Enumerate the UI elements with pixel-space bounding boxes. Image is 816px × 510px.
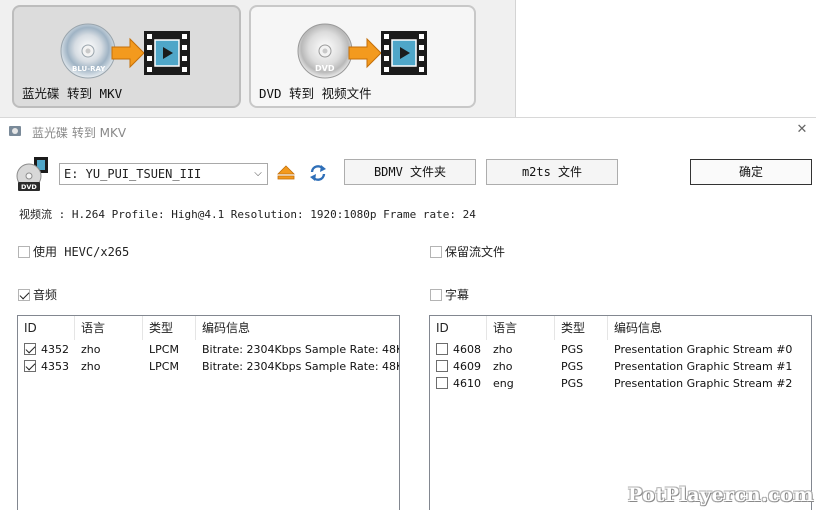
eject-icon[interactable] <box>276 163 296 183</box>
app-icon <box>9 126 21 136</box>
conversion-mode-strip: BLU-RAY 蓝光碟 转到 MKV DVD DVD 转到 视频文件 <box>0 0 816 117</box>
table-row[interactable]: 4609 zho PGS Presentation Graphic Stream… <box>430 358 811 375</box>
cell-type: PGS <box>561 377 584 390</box>
cell-id: 4352 <box>41 343 69 356</box>
column-header-type[interactable]: 类型 <box>143 316 196 340</box>
subtitle-option[interactable]: 字幕 <box>430 286 469 303</box>
svg-text:BLU-RAY: BLU-RAY <box>72 65 106 73</box>
dialog-titlebar: 蓝光碟 转到 MKV ✕ <box>0 118 816 144</box>
cell-type: LPCM <box>149 343 179 356</box>
watermark: PotPlayercn.com <box>628 484 815 506</box>
column-header-id[interactable]: ID <box>430 316 487 340</box>
tile-bluray-to-mkv[interactable]: BLU-RAY 蓝光碟 转到 MKV <box>12 5 241 108</box>
bluray-to-mkv-icon: BLU-RAY <box>60 23 190 79</box>
cell-id: 4608 <box>453 343 481 356</box>
subtitle-list-header: ID 语言 类型 编码信息 <box>430 316 811 340</box>
cell-codec-info: Presentation Graphic Stream #0 <box>614 343 793 356</box>
audio-label: 音频 <box>33 288 58 302</box>
cell-id: 4353 <box>41 360 69 373</box>
keep-stream-checkbox[interactable] <box>430 245 442 258</box>
subtitle-checkbox[interactable] <box>430 288 442 301</box>
table-row[interactable]: 4608 zho PGS Presentation Graphic Stream… <box>430 341 811 358</box>
cell-language: zho <box>493 343 513 356</box>
audio-option[interactable]: 音频 <box>18 286 57 303</box>
cell-type: PGS <box>561 343 584 356</box>
column-header-language[interactable]: 语言 <box>75 316 143 340</box>
table-row[interactable]: 4353 zho LPCM Bitrate: 2304Kbps Sample R… <box>18 358 399 375</box>
row-checkbox[interactable] <box>24 360 36 372</box>
column-header-type[interactable]: 类型 <box>555 316 608 340</box>
audio-track-list[interactable]: ID 语言 类型 编码信息 4352 zho LPCM Bitrate: 230… <box>17 315 400 510</box>
svg-text:DVD: DVD <box>315 64 335 73</box>
subtitle-label: 字幕 <box>445 288 470 302</box>
cell-language: zho <box>81 360 101 373</box>
table-row[interactable]: 4610 eng PGS Presentation Graphic Stream… <box>430 375 811 392</box>
cell-type: LPCM <box>149 360 179 373</box>
column-header-codec-info[interactable]: 编码信息 <box>196 316 399 340</box>
cell-language: eng <box>493 377 514 390</box>
keep-stream-option[interactable]: 保留流文件 <box>430 243 505 260</box>
cell-codec-info: Presentation Graphic Stream #1 <box>614 360 793 373</box>
cell-codec-info: Bitrate: 2304Kbps Sample Rate: 48KHz C <box>202 343 399 356</box>
row-checkbox[interactable] <box>436 377 448 389</box>
audio-checkbox[interactable] <box>18 288 30 301</box>
dialog-title: 蓝光碟 转到 MKV <box>32 126 127 140</box>
tile-dvd-to-video[interactable]: DVD DVD 转到 视频文件 <box>249 5 476 108</box>
bluray-to-mkv-dialog: 蓝光碟 转到 MKV ✕ DVD E: YU_PUI_TSUEN_III ⌵ B… <box>0 117 816 510</box>
cell-codec-info: Presentation Graphic Stream #2 <box>614 377 793 390</box>
column-header-id[interactable]: ID <box>18 316 75 340</box>
column-header-language[interactable]: 语言 <box>487 316 555 340</box>
cell-type: PGS <box>561 360 584 373</box>
dvd-to-video-icon: DVD <box>297 23 427 79</box>
video-stream-info: 视频流 : H.264 Profile: High@4.1 Resolution… <box>19 208 476 221</box>
cell-codec-info: Bitrate: 2304Kbps Sample Rate: 48KHz C <box>202 360 399 373</box>
row-checkbox[interactable] <box>24 343 36 355</box>
cell-language: zho <box>81 343 101 356</box>
ok-button[interactable]: 确定 <box>690 159 812 185</box>
audio-list-header: ID 语言 类型 编码信息 <box>18 316 399 340</box>
tile-label: 蓝光碟 转到 MKV <box>22 86 123 101</box>
svg-text:DVD: DVD <box>21 183 37 191</box>
column-header-codec-info[interactable]: 编码信息 <box>608 316 811 340</box>
hevc-label: 使用 HEVC/x265 <box>33 245 130 259</box>
keep-stream-label: 保留流文件 <box>445 245 506 259</box>
cell-id: 4609 <box>453 360 481 373</box>
m2ts-file-button[interactable]: m2ts 文件 <box>486 159 618 185</box>
hevc-option[interactable]: 使用 HEVC/x265 <box>18 243 129 260</box>
row-checkbox[interactable] <box>436 343 448 355</box>
tile-label: DVD 转到 视频文件 <box>259 86 372 101</box>
chevron-down-icon[interactable]: ⌵ <box>251 167 265 181</box>
table-row[interactable]: 4352 zho LPCM Bitrate: 2304Kbps Sample R… <box>18 341 399 358</box>
drive-select[interactable]: E: YU_PUI_TSUEN_III ⌵ <box>59 163 268 185</box>
row-checkbox[interactable] <box>436 360 448 372</box>
subtitle-track-list[interactable]: ID 语言 类型 编码信息 4608 zho PGS Presentation … <box>429 315 812 510</box>
close-icon[interactable]: ✕ <box>794 122 810 138</box>
refresh-icon[interactable] <box>308 163 328 183</box>
hevc-checkbox[interactable] <box>18 245 30 258</box>
dvd-drive-icon: DVD <box>16 157 48 191</box>
drive-select-value: E: YU_PUI_TSUEN_III <box>64 167 202 181</box>
cell-language: zho <box>493 360 513 373</box>
bdmv-folder-button[interactable]: BDMV 文件夹 <box>344 159 476 185</box>
cell-id: 4610 <box>453 377 481 390</box>
mode-tile-panel: BLU-RAY 蓝光碟 转到 MKV DVD DVD 转到 视频文件 <box>0 0 516 117</box>
